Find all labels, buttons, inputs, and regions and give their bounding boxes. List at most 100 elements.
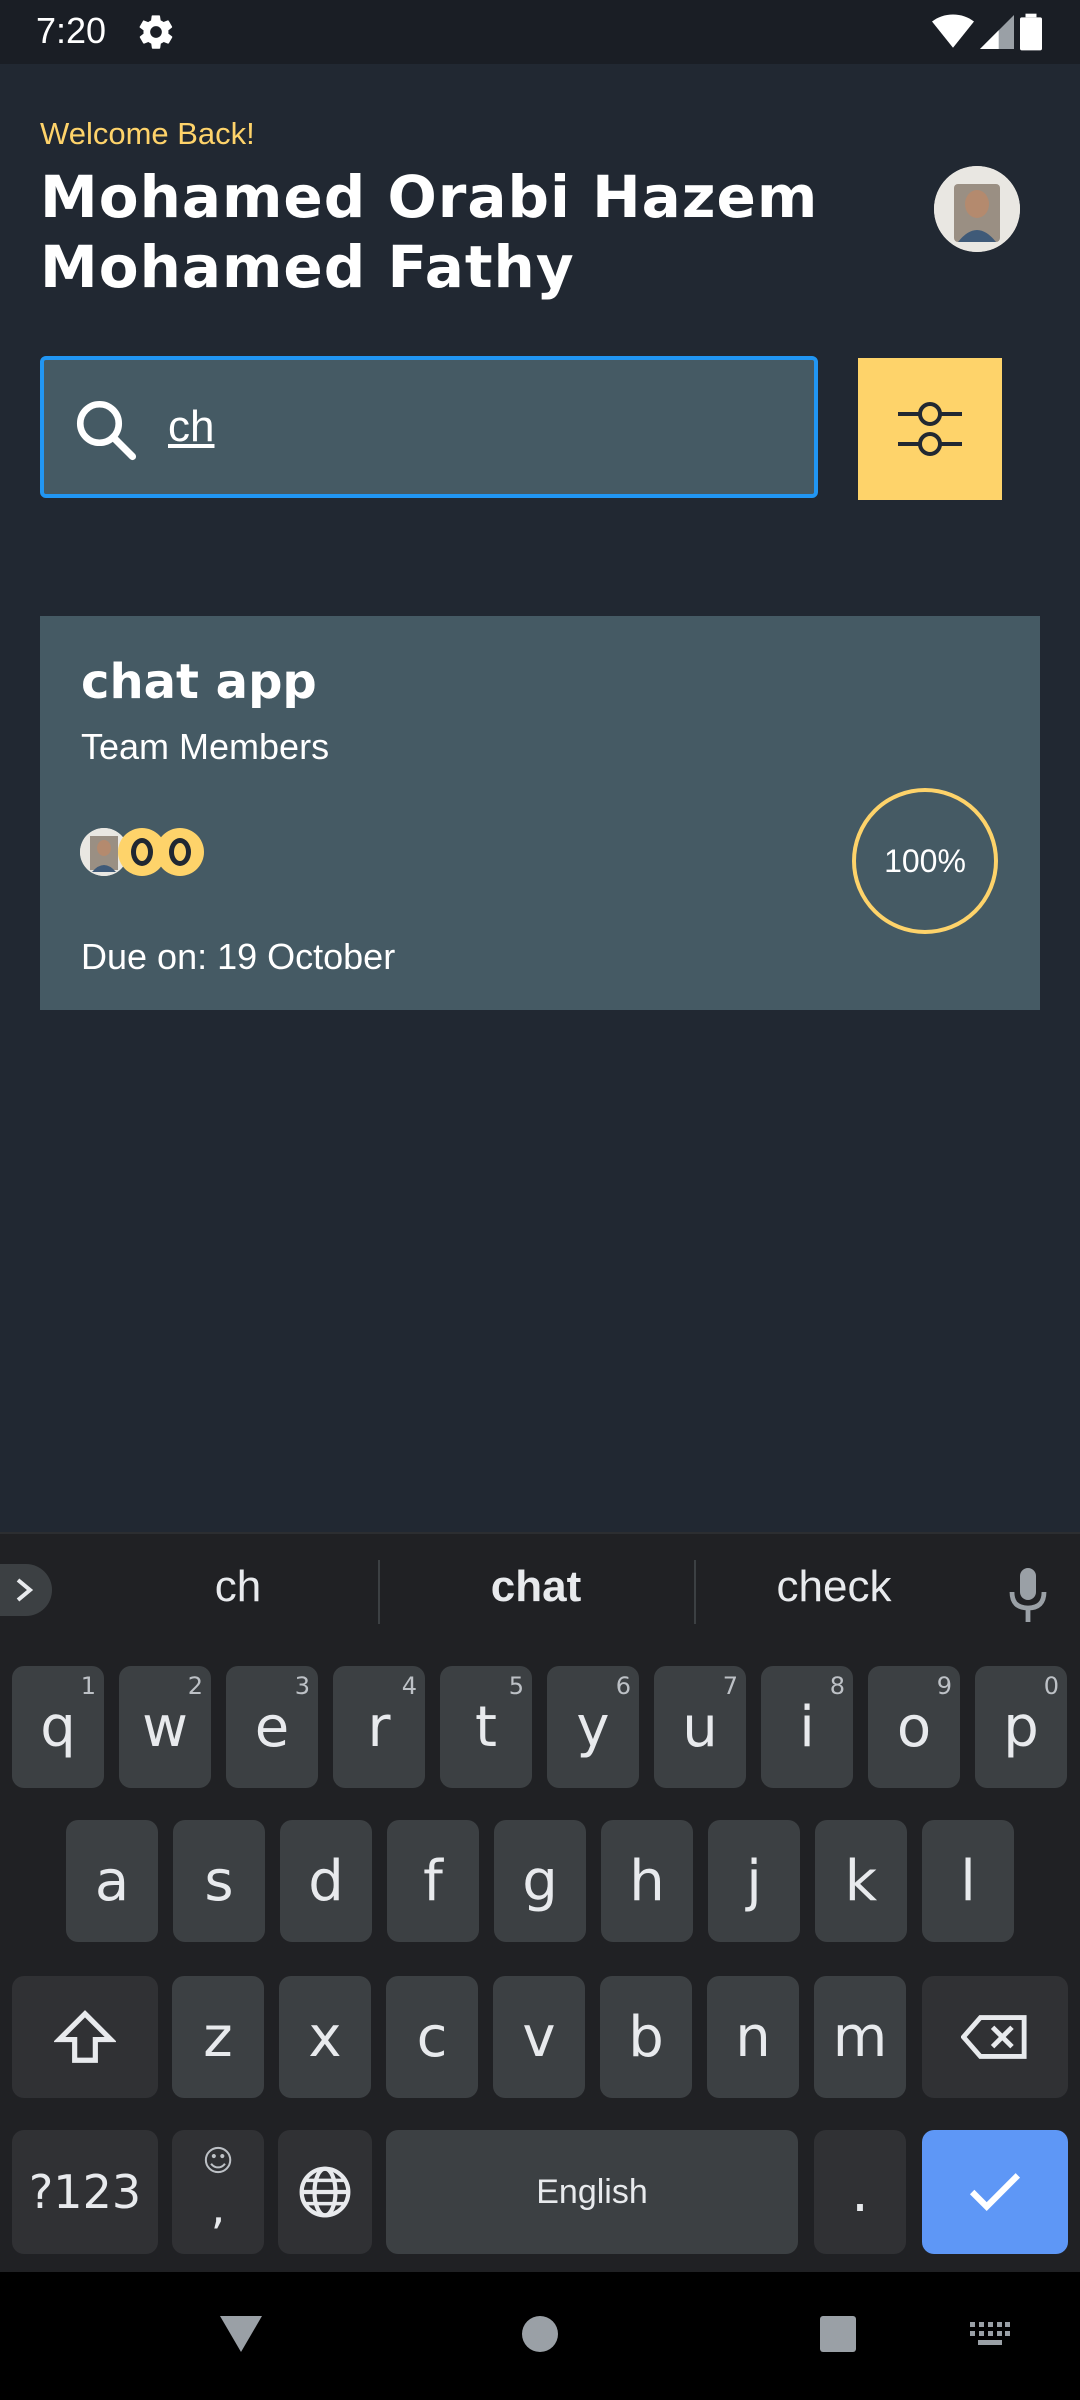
key-b[interactable]: b [600, 1976, 692, 2098]
filter-button[interactable] [858, 358, 1002, 500]
key-n[interactable]: n [707, 1976, 799, 2098]
settings-gear-icon [136, 12, 176, 52]
key-label: p [1003, 1694, 1039, 1760]
key-t[interactable]: t5 [440, 1666, 532, 1788]
key-j[interactable]: j [708, 1820, 800, 1942]
team-members-label: Team Members [81, 726, 330, 767]
key-c[interactable]: c [386, 1976, 478, 2098]
key-label: u [682, 1694, 718, 1760]
home-icon[interactable] [520, 2314, 560, 2354]
emoji-comma-key[interactable]: ☺ , [172, 2130, 264, 2254]
user-avatar[interactable] [934, 166, 1020, 252]
key-label: y [576, 1694, 610, 1760]
member-avatar [156, 828, 204, 876]
key-label: b [628, 2004, 664, 2070]
suggestion-divider [378, 1560, 380, 1624]
key-h[interactable]: h [601, 1820, 693, 1942]
key-v[interactable]: v [493, 1976, 585, 2098]
shift-key[interactable] [12, 1976, 158, 2098]
key-label: t [475, 1694, 497, 1760]
key-s[interactable]: s [173, 1820, 265, 1942]
key-number-hint: 3 [294, 1672, 310, 1700]
space-key[interactable]: English [386, 2130, 798, 2254]
back-icon[interactable] [216, 2312, 266, 2356]
key-l[interactable]: l [922, 1820, 1014, 1942]
status-time: 7:20 [36, 10, 107, 51]
key-w[interactable]: w2 [119, 1666, 211, 1788]
key-label: j [746, 1848, 762, 1914]
key-label: k [844, 1848, 878, 1914]
progress-ring: 100% [852, 788, 998, 934]
welcome-text: Welcome Back! [40, 116, 255, 151]
language-key[interactable] [278, 2130, 372, 2254]
keyboard-switch-icon[interactable] [970, 2322, 1010, 2346]
key-label: e [254, 1694, 290, 1760]
key-o[interactable]: o9 [868, 1666, 960, 1788]
key-label: v [522, 2004, 556, 2070]
expand-toolbar-button[interactable] [0, 1564, 52, 1616]
symbols-key[interactable]: ?123 [12, 2130, 158, 2254]
key-number-hint: 1 [80, 1672, 96, 1700]
key-m[interactable]: m [814, 1976, 906, 2098]
suggestion-bar: ch chat check [0, 1534, 1080, 1642]
key-label: g [522, 1848, 558, 1914]
status-icons [932, 12, 1042, 52]
backspace-icon [961, 2015, 1027, 2059]
key-label: z [203, 2004, 233, 2070]
backspace-key[interactable] [922, 1976, 1068, 2098]
key-x[interactable]: x [279, 1976, 371, 2098]
key-p[interactable]: p0 [975, 1666, 1067, 1788]
key-g[interactable]: g [494, 1820, 586, 1942]
soft-keyboard: ch chat check ?123 ☺ , English . q1w2e3r… [0, 1532, 1080, 2274]
suggestion-3[interactable]: check [684, 1562, 984, 1612]
key-number-hint: 8 [829, 1672, 845, 1700]
key-u[interactable]: u7 [654, 1666, 746, 1788]
status-bar: 7:20 [0, 0, 1080, 64]
avatar-photo [934, 166, 1020, 252]
key-z[interactable]: z [172, 1976, 264, 2098]
key-e[interactable]: e3 [226, 1666, 318, 1788]
key-number-hint: 2 [187, 1672, 203, 1700]
key-label: r [367, 1694, 391, 1760]
key-i[interactable]: i8 [761, 1666, 853, 1788]
key-y[interactable]: y6 [547, 1666, 639, 1788]
key-label: c [416, 2004, 448, 2070]
task-card[interactable]: chat app Team Members Due on: 19 October… [40, 616, 1040, 1010]
key-f[interactable]: f [387, 1820, 479, 1942]
done-key[interactable] [922, 2130, 1068, 2254]
key-label: s [204, 1848, 234, 1914]
search-input[interactable]: ch [40, 356, 818, 498]
key-label: h [629, 1848, 665, 1914]
key-label: q [40, 1694, 76, 1760]
period-key[interactable]: . [814, 2130, 906, 2254]
key-number-hint: 6 [615, 1672, 631, 1700]
key-label: i [799, 1694, 815, 1760]
progress-label: 100% [884, 842, 966, 879]
key-number-hint: 0 [1043, 1672, 1059, 1700]
user-name: Mohamed Orabi Hazem Mohamed Fathy [40, 163, 819, 301]
key-label: d [308, 1848, 344, 1914]
key-r[interactable]: r4 [333, 1666, 425, 1788]
wifi-icon [932, 14, 974, 48]
globe-icon [299, 2166, 351, 2218]
key-label: m [832, 2004, 888, 2070]
signal-icon [980, 15, 1014, 49]
checkmark-icon [969, 2173, 1021, 2211]
microphone-icon[interactable] [1008, 1568, 1048, 1624]
key-q[interactable]: q1 [12, 1666, 104, 1788]
chevron-right-icon [16, 1578, 34, 1602]
suggestion-1[interactable]: ch [88, 1562, 388, 1612]
key-a[interactable]: a [66, 1820, 158, 1942]
comma-label: , [210, 2180, 226, 2234]
key-label: a [94, 1848, 130, 1914]
key-k[interactable]: k [815, 1820, 907, 1942]
suggestion-2[interactable]: chat [386, 1562, 686, 1612]
key-d[interactable]: d [280, 1820, 372, 1942]
key-number-hint: 9 [936, 1672, 952, 1700]
key-label: n [735, 2004, 771, 2070]
recents-icon[interactable] [818, 2314, 858, 2354]
shift-icon [54, 2010, 116, 2063]
key-number-hint: 7 [722, 1672, 738, 1700]
sliders-icon [898, 402, 962, 456]
emoji-icon: ☺ [202, 2144, 234, 2179]
